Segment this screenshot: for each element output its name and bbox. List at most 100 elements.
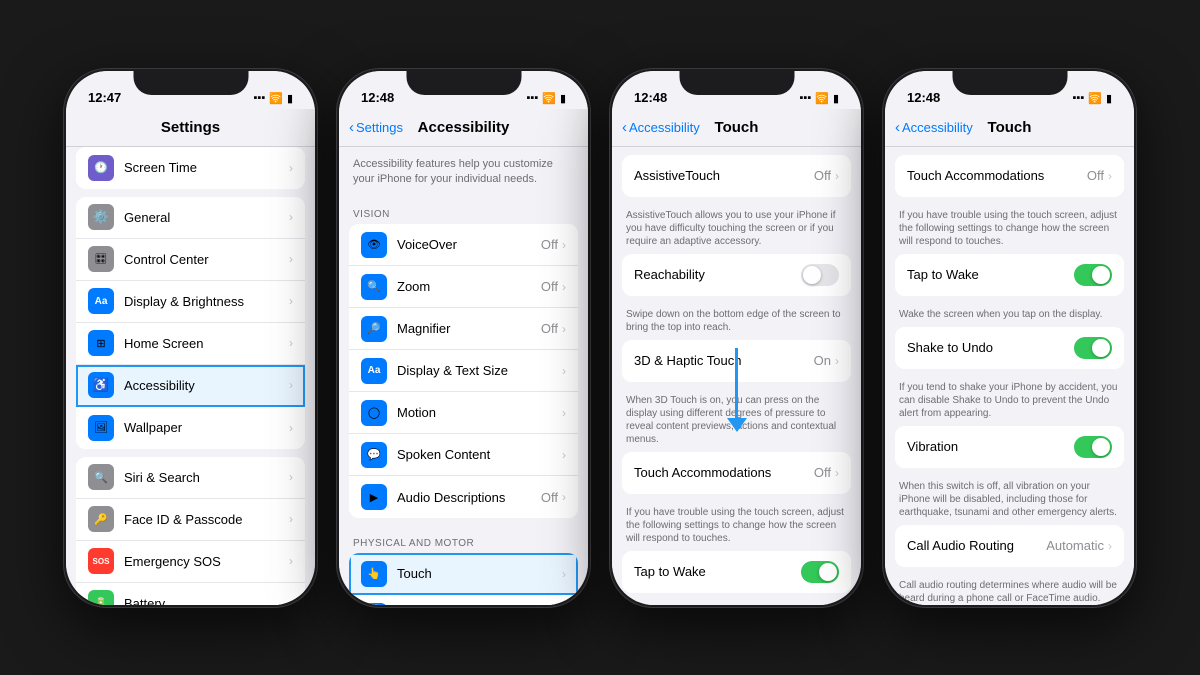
- group-siri: 🔍 Siri & Search › 🔑 Face ID & Passcode ›…: [76, 457, 305, 605]
- spoken-label: Spoken Content: [397, 447, 562, 462]
- item-reachability[interactable]: Reachability: [622, 254, 851, 296]
- item-spoken[interactable]: 💬 Spoken Content ›: [349, 434, 578, 476]
- phone-4: 12:48 ▪▪▪ 🛜 ▮ ‹ Accessibility Touch: [882, 68, 1137, 608]
- zoom-value: Off: [541, 279, 558, 294]
- section-physical: PHYSICAL AND MOTOR: [339, 526, 588, 553]
- item-callaudio[interactable]: Call Audio Routing Automatic ›: [895, 525, 1124, 567]
- group-screentime: 🕐 Screen Time ›: [76, 147, 305, 189]
- item-faceid[interactable]: 🔑 Face ID & Passcode ›: [76, 499, 305, 541]
- arrow-head: [727, 418, 747, 432]
- taptowake4-toggle[interactable]: [1074, 264, 1112, 286]
- chevron: ›: [289, 596, 293, 605]
- item-taptowake-4[interactable]: Tap to Wake: [895, 254, 1124, 296]
- item-voiceover[interactable]: 👁 VoiceOver Off ›: [349, 224, 578, 266]
- reachability-toggle[interactable]: [801, 264, 839, 286]
- group-vibration: Vibration: [895, 426, 1124, 468]
- chevron: ›: [562, 406, 566, 420]
- item-homescreen[interactable]: ⊞ Home Screen ›: [76, 323, 305, 365]
- item-touchacc[interactable]: Touch Accommodations Off ›: [622, 452, 851, 494]
- signal-icon: ▪▪▪: [527, 92, 539, 104]
- touch-label: Touch: [397, 566, 562, 581]
- group-touchacc: Touch Accommodations Off ›: [622, 452, 851, 494]
- general-icon: ⚙️: [88, 204, 114, 230]
- item-motion[interactable]: ◯ Motion ›: [349, 392, 578, 434]
- battery-icon: 🔋: [88, 590, 114, 605]
- touch-icon: 👆: [361, 561, 387, 587]
- group-vision: 👁 VoiceOver Off › 🔍 Zoom Off › 🔎 Magnifi…: [349, 224, 578, 518]
- zoom-icon: 🔍: [361, 274, 387, 300]
- screen-4: Touch Accommodations Off › If you have t…: [885, 147, 1134, 605]
- back-arrow-4: ‹: [895, 119, 900, 136]
- item-general[interactable]: ⚙️ General ›: [76, 197, 305, 239]
- back-button-2[interactable]: ‹ Settings: [349, 119, 403, 136]
- assistive-value: Off: [814, 168, 831, 183]
- battery-icon: ▮: [287, 92, 293, 105]
- item-audiodesc[interactable]: ▶ Audio Descriptions Off ›: [349, 476, 578, 518]
- taptowake4-desc: Wake the screen when you tap on the disp…: [885, 304, 1134, 327]
- notch-2: [406, 71, 521, 95]
- item-control-center[interactable]: 🎛 Control Center ›: [76, 239, 305, 281]
- item-touch[interactable]: 👆 Touch ›: [349, 553, 578, 595]
- item-assistivetouch[interactable]: AssistiveTouch Off ›: [622, 155, 851, 197]
- magnifier-value: Off: [541, 321, 558, 336]
- item-taptowake[interactable]: Tap to Wake: [622, 551, 851, 593]
- taptowake-label: Tap to Wake: [634, 564, 801, 579]
- shake4-desc: If you tend to shake your iPhone by acci…: [885, 377, 1134, 426]
- back-button-3[interactable]: ‹ Accessibility: [622, 119, 700, 136]
- item-zoom[interactable]: 🔍 Zoom Off ›: [349, 266, 578, 308]
- controlcenter-label: Control Center: [124, 252, 289, 267]
- taptowake-desc: Wake the screen when you tap on the disp…: [612, 601, 861, 605]
- item-battery[interactable]: 🔋 Battery ›: [76, 583, 305, 605]
- chevron: ›: [289, 336, 293, 350]
- phone-2: 12:48 ▪▪▪ 🛜 ▮ ‹ Settings Accessibility A…: [336, 68, 591, 608]
- audiodesc-value: Off: [541, 490, 558, 505]
- vibration-toggle[interactable]: [1074, 436, 1112, 458]
- sos-label: Emergency SOS: [124, 554, 289, 569]
- group-touchacc-4: Touch Accommodations Off ›: [895, 155, 1124, 197]
- item-display[interactable]: Aa Display & Brightness ›: [76, 281, 305, 323]
- chevron: ›: [562, 490, 566, 504]
- item-sos[interactable]: SOS Emergency SOS ›: [76, 541, 305, 583]
- item-display-text[interactable]: Aa Display & Text Size ›: [349, 350, 578, 392]
- touchacc4-value: Off: [1087, 168, 1104, 183]
- audiodesc-icon: ▶: [361, 484, 387, 510]
- battery-label: Battery: [124, 596, 289, 605]
- item-touchacc-4[interactable]: Touch Accommodations Off ›: [895, 155, 1124, 197]
- chevron: ›: [562, 567, 566, 581]
- wifi-icon: 🛜: [815, 92, 829, 105]
- group-taptowake: Tap to Wake: [622, 551, 851, 593]
- item-wallpaper[interactable]: 🖼 Wallpaper ›: [76, 407, 305, 449]
- time-1: 12:47: [88, 90, 121, 105]
- section-vision: VISION: [339, 197, 588, 224]
- motion-label: Motion: [397, 405, 562, 420]
- siri-label: Siri & Search: [124, 470, 289, 485]
- faceid-icon: 🔑: [88, 506, 114, 532]
- back-arrow-3: ‹: [622, 119, 627, 136]
- item-shake-4[interactable]: Shake to Undo: [895, 327, 1124, 369]
- back-button-4[interactable]: ‹ Accessibility: [895, 119, 973, 136]
- item-accessibility[interactable]: ♿ Accessibility ›: [76, 365, 305, 407]
- time-4: 12:48: [907, 90, 940, 105]
- item-siri[interactable]: 🔍 Siri & Search ›: [76, 457, 305, 499]
- item-vibration[interactable]: Vibration: [895, 426, 1124, 468]
- back-label-2: Settings: [356, 120, 403, 135]
- nav-title-2: Accessibility: [418, 119, 510, 136]
- item-faceid-att[interactable]: 🙂 Face ID & Attention ›: [349, 595, 578, 604]
- chevron: ›: [289, 421, 293, 435]
- shake4-toggle[interactable]: [1074, 337, 1112, 359]
- taptowake-toggle[interactable]: [801, 561, 839, 583]
- chevron: ›: [289, 470, 293, 484]
- item-screentime[interactable]: 🕐 Screen Time ›: [76, 147, 305, 189]
- assistive-desc: AssistiveTouch allows you to use your iP…: [612, 205, 861, 254]
- reachability-label: Reachability: [634, 267, 801, 282]
- accessibility-label: Accessibility: [124, 378, 289, 393]
- item-magnifier[interactable]: 🔎 Magnifier Off ›: [349, 308, 578, 350]
- vibration-desc: When this switch is off, all vibration o…: [885, 476, 1134, 525]
- touchacc-label: Touch Accommodations: [634, 465, 814, 480]
- phone-3: 12:48 ▪▪▪ 🛜 ▮ ‹ Accessibility Touch: [609, 68, 864, 608]
- magnifier-icon: 🔎: [361, 316, 387, 342]
- screen-1: 🕐 Screen Time › ⚙️ General › 🎛: [66, 147, 315, 605]
- notch-4: [952, 71, 1067, 95]
- signal-icon: ▪▪▪: [254, 92, 266, 104]
- nav-bar-3: ‹ Accessibility Touch: [612, 109, 861, 147]
